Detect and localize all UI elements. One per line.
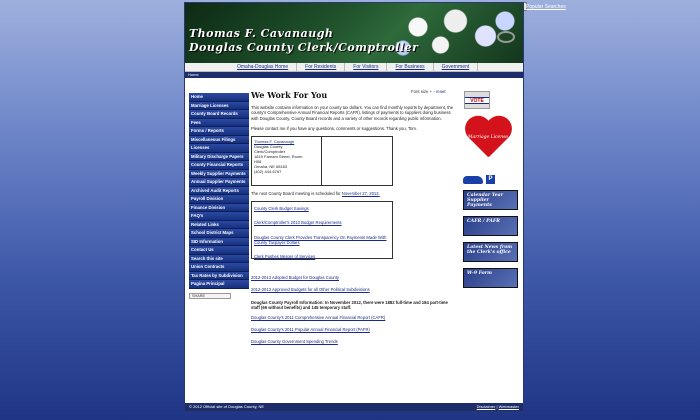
sidebar-item-school-district-maps[interactable]: School District Maps	[189, 229, 249, 238]
sidebar-item-marriage-licenses[interactable]: Marriage Licenses	[189, 101, 249, 110]
sidebar-item-weekly-supplier-payments[interactable]: Weekly Supplier Payments	[189, 169, 249, 178]
share-button[interactable]: SHARE	[189, 292, 231, 299]
heart-label: Marriage License	[467, 135, 509, 140]
right-column: VOTE Marriage License P Calendar Year Su…	[463, 91, 521, 288]
marriage-license-heart[interactable]: Marriage License	[463, 117, 513, 163]
vote-banner[interactable]: VOTE	[464, 91, 490, 109]
nav-omaha-douglas-home[interactable]: Omaha-Douglas Home	[229, 63, 298, 71]
sidebar-item-related-links[interactable]: Related Links	[189, 220, 249, 229]
sidebar-item-fees[interactable]: Fees	[189, 118, 249, 127]
contact-phone: (402) 444-6767	[254, 169, 282, 175]
parking-icon: P	[486, 175, 495, 184]
sidebar-item-annual-supplier-payments[interactable]: Annual Supplier Payments	[189, 178, 249, 187]
doc-link-budget-requirements[interactable]: Clerk/Comptroller's 2013 Budget Requirem…	[254, 220, 390, 225]
sidebar-item-home[interactable]: Home	[189, 93, 249, 102]
sidebar-item-misc-filings[interactable]: Miscellaneous Filings	[189, 135, 249, 144]
doc-link-budget-savings[interactable]: County Clerk Budget Savings	[254, 206, 390, 211]
footer-webmaster-link[interactable]: Webmaster	[499, 404, 519, 409]
sidebar-item-search-site[interactable]: Search this site	[189, 254, 249, 263]
doc-link-transparency[interactable]: Douglas County Clerk Provides Transparen…	[254, 235, 390, 245]
board-meeting-text: The next County Board meeting is schedul…	[251, 191, 456, 196]
nav-government[interactable]: Government	[434, 63, 479, 71]
popular-searches-link[interactable]: Popular Searches	[526, 4, 566, 10]
parking-banner[interactable]: P	[463, 175, 521, 184]
report-links: Douglas County's 2011 Comprehensive Annu…	[251, 315, 456, 345]
sidebar-item-pagina-principal[interactable]: Pagina Principal	[189, 280, 249, 289]
page-title: We Work For You	[251, 90, 328, 100]
sidebar-item-archived-audit-reports[interactable]: Archived Audit Reports	[189, 186, 249, 195]
sidebar-item-forms-reports[interactable]: Forms / Reports	[189, 127, 249, 136]
budget-links: 2012-2013 Adopted Budget for Douglas Cou…	[251, 275, 456, 292]
header-banner: Thomas F. Cavanaugh Douglas County Clerk…	[185, 3, 523, 63]
footer-disclaimer-link[interactable]: Disclaimer	[477, 404, 496, 409]
sidebar-item-union-contracts[interactable]: Union Contracts	[189, 263, 249, 272]
tile-cafr-pafr[interactable]: CAFR / PAFR	[463, 216, 518, 236]
sidebar-item-county-financial-reports[interactable]: County Financial Reports	[189, 161, 249, 170]
footer-copyright: © 2012 Official site of Douglas County, …	[189, 404, 265, 409]
link-adopted-budget[interactable]: 2012-2013 Adopted Budget for Douglas Cou…	[251, 275, 456, 280]
car-icon	[463, 175, 483, 184]
link-approved-budgets[interactable]: 2012-2013 Approved Budgets for all Other…	[251, 287, 456, 292]
intro-paragraph: This website contains information on you…	[251, 105, 454, 121]
link-cafr[interactable]: Douglas County's 2011 Comprehensive Annu…	[251, 315, 456, 320]
sidebar-item-payroll-division[interactable]: Payroll Division	[189, 195, 249, 204]
nav-for-business[interactable]: For Business	[387, 63, 434, 71]
sidebar-item-sid-information[interactable]: SID Information	[189, 237, 249, 246]
breadcrumb: Home	[185, 72, 523, 78]
sidebar-item-contact-us[interactable]: Contact Us	[189, 246, 249, 255]
rings-image	[497, 31, 515, 43]
tile-latest-news[interactable]: Latest News from the Clerk's office	[463, 242, 518, 262]
contact-note: Please contact me if you have any questi…	[251, 125, 418, 131]
top-nav: Omaha-Douglas Home For Residents For Vis…	[185, 63, 523, 72]
nav-for-visitors[interactable]: For Visitors	[345, 63, 388, 71]
nav-for-residents[interactable]: For Residents	[297, 63, 346, 71]
contact-cell-empty	[322, 137, 392, 185]
sidebar-item-licenses[interactable]: Licenses	[189, 144, 249, 153]
page-container: Thomas F. Cavanaugh Douglas County Clerk…	[184, 2, 524, 412]
link-spending-trends[interactable]: Douglas County Government Spending Trend…	[251, 339, 456, 344]
contact-table: Thomas F. Cavanaugh Douglas County Clerk…	[251, 136, 393, 187]
footer-links: Disclaimer | Webmaster	[476, 404, 519, 409]
contact-cell: Thomas F. Cavanaugh Douglas County Clerk…	[252, 137, 322, 186]
link-pafr[interactable]: Douglas County's 2011 Popular Annual Fin…	[251, 327, 456, 332]
sidebar-item-military-discharge[interactable]: Military Discharge Papers	[189, 152, 249, 161]
vote-label: VOTE	[465, 97, 489, 104]
doc-link-merger[interactable]: Clerk Pushes Merger of Services	[254, 254, 390, 259]
board-meeting-date-link[interactable]: November 27, 2012.	[342, 191, 380, 196]
tile-w9-form[interactable]: W-9 Form	[463, 268, 518, 288]
sidebar: Home Marriage Licenses County Board Reco…	[189, 93, 249, 299]
board-meeting-label: The next County Board meeting is schedul…	[251, 191, 341, 197]
header-title-line2: Douglas County Clerk/Comptroller	[189, 41, 419, 54]
sidebar-item-faqs[interactable]: FAQ's	[189, 212, 249, 221]
sidebar-item-tax-rates[interactable]: Tax Rates by Subdivision	[189, 271, 249, 280]
sidebar-item-county-board-records[interactable]: County Board Records	[189, 110, 249, 119]
footer: © 2012 Official site of Douglas County, …	[185, 403, 523, 411]
header-title-line1: Thomas F. Cavanaugh	[189, 27, 334, 40]
payroll-info: Douglas County Payroll Information: In N…	[251, 299, 448, 310]
sidebar-item-finance-division[interactable]: Finance Division	[189, 203, 249, 212]
documents-box: County Clerk Budget Savings Clerk/Comptr…	[251, 201, 393, 260]
main-content: We Work For You This website contains in…	[251, 90, 456, 352]
tile-calendar-supplier-payments[interactable]: Calendar Year Supplier Payments	[463, 190, 518, 210]
